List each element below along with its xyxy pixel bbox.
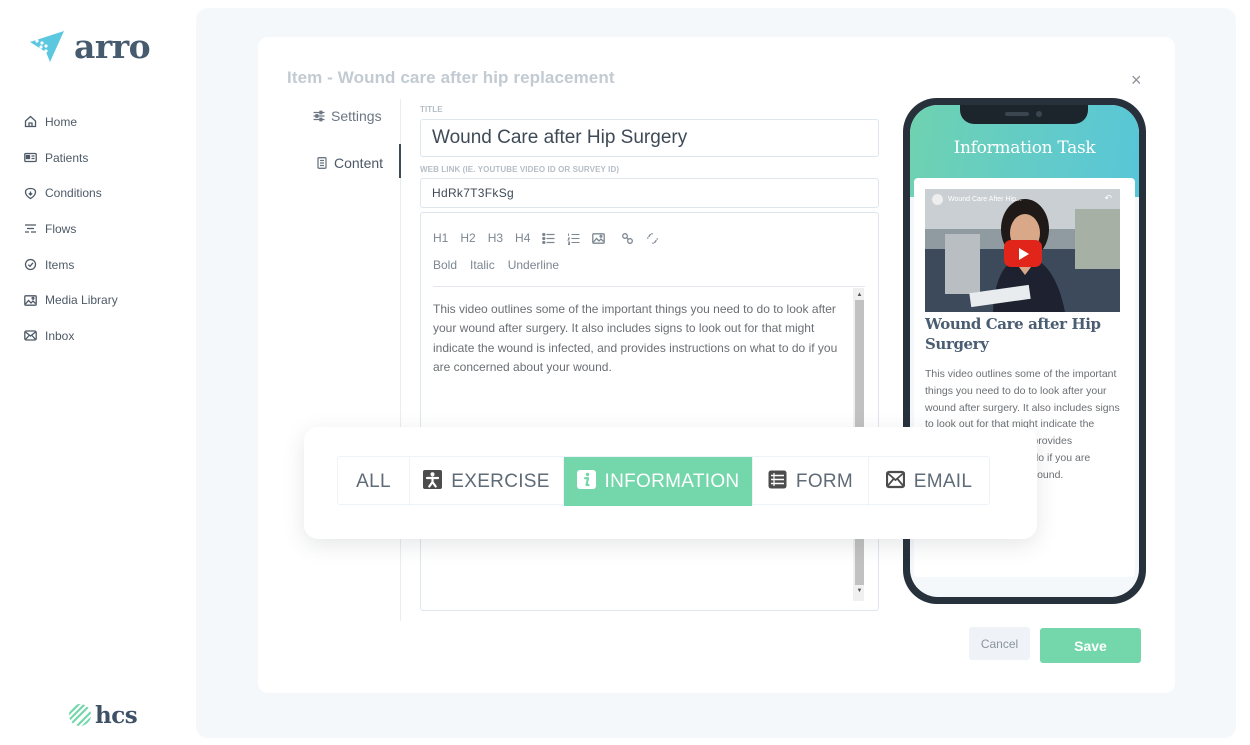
email-icon [885, 470, 905, 488]
filter-label: EXERCISE [451, 470, 550, 492]
heading-1-button[interactable]: H1 [433, 231, 448, 245]
title-field-label: TITLE [420, 105, 443, 114]
title-input[interactable]: Wound Care after Hip Surgery [420, 119, 879, 157]
brand-name: arro [74, 26, 151, 66]
filter-form-button[interactable]: FORM [753, 457, 869, 506]
tab-content[interactable]: Content [316, 155, 383, 171]
sidebar-item-home[interactable]: Home [24, 104, 118, 140]
sidebar-item-label: Home [45, 114, 78, 129]
sidebar-nav: Home Patients Conditions Flows Items Med… [24, 104, 118, 354]
editor-toolbar: H1 H2 H3 H4 [433, 231, 671, 245]
heading-4-button[interactable]: H4 [515, 231, 530, 245]
italic-button[interactable]: Italic [470, 258, 495, 272]
arro-logo[interactable]: arro [28, 26, 151, 66]
filter-label: EMAIL [913, 470, 973, 492]
sliders-icon [313, 110, 325, 122]
cancel-button[interactable]: Cancel [969, 627, 1030, 660]
video-thumbnail[interactable]: Wound Care After Hip... ↶ [925, 189, 1120, 312]
form-icon [768, 470, 787, 488]
flows-icon [25, 224, 36, 234]
filter-label: INFORMATION [604, 470, 740, 492]
web-link-field-label: WEB LINK (IE. YOUTUBE VIDEO ID OR SURVEY… [420, 165, 620, 174]
scroll-down-arrow-icon[interactable]: ▼ [855, 587, 864, 595]
mail-icon [24, 330, 37, 342]
heading-2-button[interactable]: H2 [460, 231, 475, 245]
phone-notch [960, 105, 1088, 124]
insert-image-button[interactable] [592, 232, 606, 245]
category-filter-card: ALL EXERCISE INFORMATION FORM EMAIL [304, 427, 1037, 539]
phone-camera [1036, 111, 1042, 117]
link-icon [622, 232, 634, 244]
info-icon [576, 469, 596, 489]
bold-button[interactable]: Bold [433, 258, 457, 272]
sidebar-item-label: Inbox [45, 328, 75, 343]
numbered-list-icon [567, 233, 580, 245]
filter-email-button[interactable]: EMAIL [869, 457, 989, 506]
sidebar-item-conditions[interactable]: Conditions [24, 175, 118, 211]
filter-label: FORM [795, 470, 854, 492]
underline-button[interactable]: Underline [508, 258, 559, 272]
rich-text-editor: H1 H2 H3 H4 Bold Italic Underline This v… [420, 212, 879, 611]
sidebar: arro Home Patients Conditions Flows Item… [0, 0, 196, 745]
editor-content[interactable]: This video outlines some of the importan… [433, 300, 851, 377]
bullet-list-icon [542, 232, 555, 244]
check-circle-icon [24, 258, 37, 271]
share-icon[interactable]: ↶ [1104, 193, 1112, 204]
sidebar-item-label: Media Library [45, 293, 118, 308]
item-editor-dialog: Item - Wound care after hip replacement … [258, 37, 1175, 693]
sidebar-item-patients[interactable]: Patients [24, 140, 118, 176]
sidebar-item-media-library[interactable]: Media Library [24, 282, 118, 318]
preview-header-title: Information Task [953, 138, 1096, 158]
sidebar-item-label: Conditions [45, 186, 102, 201]
unlink-icon [647, 232, 659, 244]
arro-logo-icon [30, 31, 64, 62]
scroll-up-arrow-icon[interactable]: ▲ [855, 291, 864, 299]
image-icon [24, 294, 37, 306]
play-button-icon[interactable] [1004, 240, 1042, 267]
heading-3-button[interactable]: H3 [488, 231, 503, 245]
category-filter-group: ALL EXERCISE INFORMATION FORM EMAIL [337, 456, 990, 506]
sidebar-item-label: Flows [45, 221, 77, 236]
sidebar-item-label: Patients [45, 150, 89, 165]
sidebar-item-label: Items [45, 257, 75, 272]
tab-settings[interactable]: Settings [313, 108, 382, 124]
tab-label: Content [334, 155, 384, 171]
filter-information-button[interactable]: INFORMATION [564, 457, 753, 506]
remove-link-button[interactable] [646, 232, 659, 245]
sidebar-item-flows[interactable]: Flows [24, 211, 118, 247]
close-button[interactable]: × [1131, 71, 1142, 89]
channel-avatar-icon [932, 194, 943, 205]
id-card-icon [24, 152, 37, 163]
phone-speaker [1005, 112, 1029, 116]
video-title: Wound Care After Hip... [948, 196, 1022, 203]
document-icon [317, 157, 327, 169]
insert-link-button[interactable] [621, 232, 634, 245]
editor-format-toolbar: Bold Italic Underline [433, 258, 572, 272]
tab-label: Settings [331, 108, 382, 124]
filter-label: ALL [356, 470, 391, 492]
editor-divider [433, 286, 865, 287]
hcs-logo: hcs [68, 701, 138, 729]
bullet-list-button[interactable] [542, 232, 555, 245]
filter-all-button[interactable]: ALL [338, 457, 410, 506]
footer-brand: hcs [95, 701, 138, 729]
preview-card-title: Wound Care after Hip Surgery [925, 315, 1101, 353]
numbered-list-button[interactable] [567, 232, 580, 245]
filter-exercise-button[interactable]: EXERCISE [410, 457, 564, 506]
save-button[interactable]: Save [1040, 628, 1141, 663]
exercise-icon [423, 469, 443, 489]
active-tab-indicator [399, 144, 401, 178]
heart-shield-icon [24, 187, 37, 199]
hcs-logo-icon [69, 704, 91, 726]
sidebar-item-items[interactable]: Items [24, 247, 118, 283]
dialog-title: Item - Wound care after hip replacement [287, 68, 615, 87]
sidebar-item-inbox[interactable]: Inbox [24, 318, 118, 354]
home-icon [24, 115, 37, 128]
web-link-input[interactable]: HdRk7T3FkSg [420, 178, 879, 208]
image-icon [592, 232, 606, 244]
video-title-bar: Wound Care After Hip... [932, 194, 1022, 205]
